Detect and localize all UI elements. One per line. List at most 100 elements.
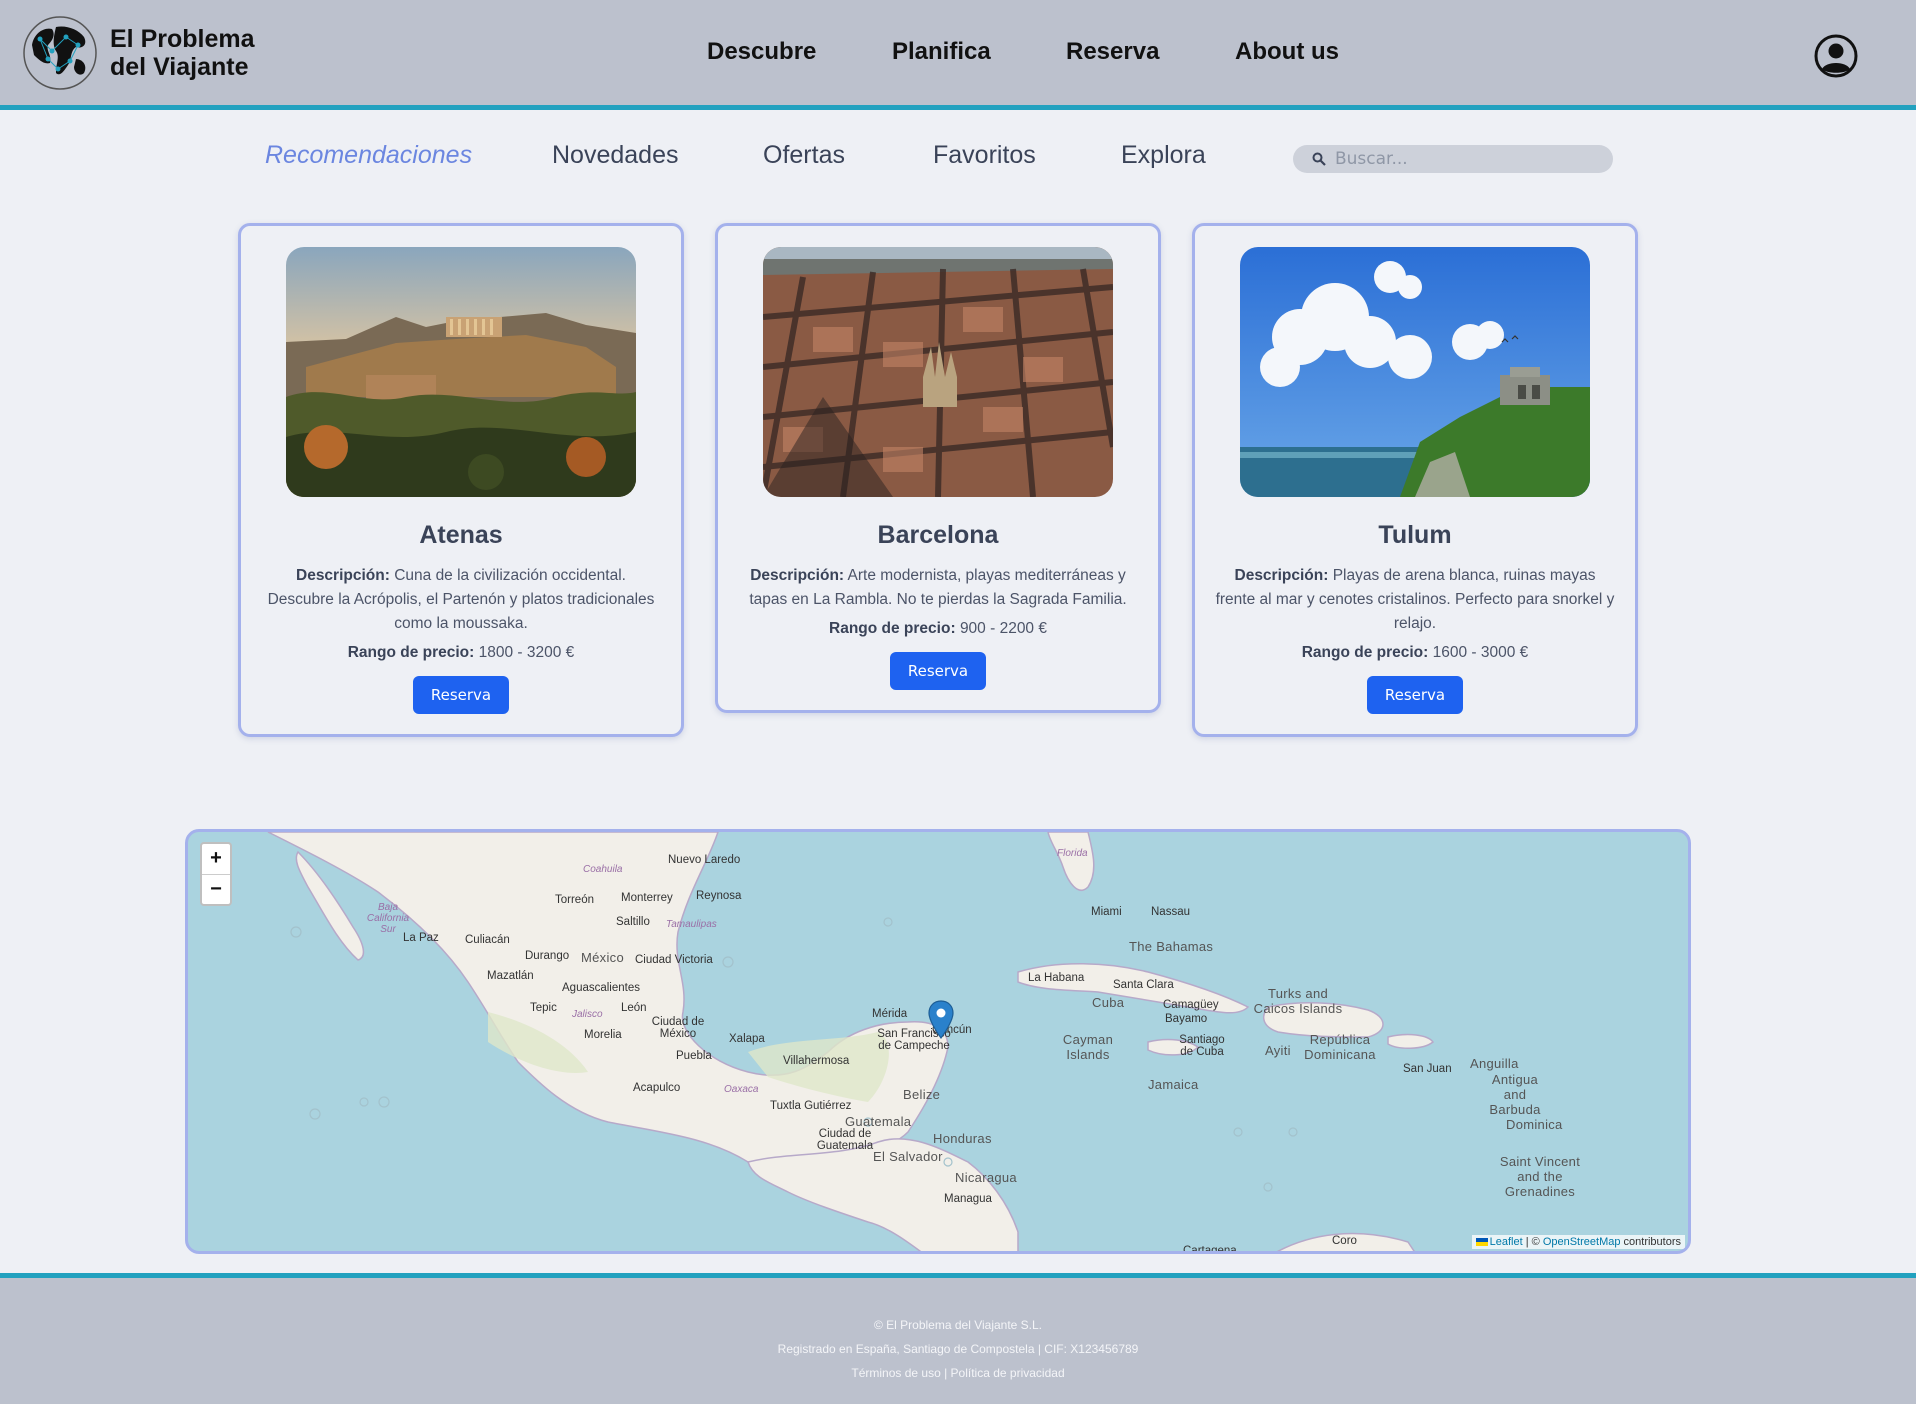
price-value: 1600 - 3000 €: [1432, 644, 1529, 661]
place-label: Culiacán: [465, 934, 510, 946]
place-label: Belize: [903, 1087, 941, 1102]
card-title: Barcelona: [877, 521, 999, 549]
place-label: Acapulco: [633, 1082, 681, 1094]
tab-explora[interactable]: Explora: [1121, 141, 1206, 170]
brand-name[interactable]: El Problema del Viajante: [110, 25, 280, 81]
privacy-link[interactable]: Política de privacidad: [951, 1366, 1065, 1380]
place-label: Cuba: [1092, 995, 1125, 1010]
tab-ofertas[interactable]: Ofertas: [763, 141, 845, 170]
place-label: Cartagena: [1183, 1245, 1237, 1254]
place-label: Morelia: [584, 1029, 622, 1041]
price-label: Rango de precio:: [1301, 644, 1429, 661]
place-label: Monterrey: [621, 892, 673, 904]
map-marker-icon[interactable]: [928, 1000, 954, 1040]
place-label: Bayamo: [1165, 1013, 1208, 1025]
place-label: Miami: [1091, 906, 1122, 918]
place-label: El Salvador: [873, 1149, 943, 1164]
place-label: Anguilla: [1470, 1056, 1519, 1071]
place-label: Torreón: [555, 894, 594, 906]
zoom-out-button[interactable]: −: [202, 874, 230, 904]
place-label: Villahermosa: [783, 1055, 850, 1067]
place-label: Mérida: [872, 1008, 908, 1020]
place-label: San Juan: [1403, 1063, 1452, 1075]
search-icon: [1312, 152, 1326, 166]
destination-card-atenas: Atenas Descripción: Cuna de la civilizac…: [238, 223, 684, 737]
place-label: Santa Clara: [1113, 979, 1174, 991]
brand-line-1: El Problema: [110, 25, 255, 53]
place-label: Ciudad de Guatemala: [816, 1128, 874, 1152]
place-label: Ciudad Victoria: [635, 954, 713, 966]
place-label: Guatemala: [845, 1114, 912, 1129]
place-label: The Bahamas: [1129, 939, 1214, 954]
place-label: La Paz: [403, 932, 439, 944]
tab-recomendaciones[interactable]: Recomendaciones: [265, 141, 472, 170]
place-label: Cayman Islands: [1062, 1032, 1114, 1062]
attribution-separator: | ©: [1522, 1236, 1543, 1248]
ukraine-flag-icon: [1475, 1238, 1488, 1247]
nav-planifica[interactable]: Planifica: [892, 38, 991, 66]
price-value: 1800 - 3200 €: [478, 644, 575, 661]
place-label: Camagüey: [1163, 999, 1219, 1011]
user-circle-icon[interactable]: [1814, 34, 1858, 78]
reserve-button[interactable]: Reserva: [413, 676, 509, 714]
desc-label: Descripción:: [296, 567, 390, 584]
place-label: Nuevo Laredo: [668, 854, 741, 866]
reserve-button[interactable]: Reserva: [1367, 676, 1463, 714]
site-header: El Problema del Viajante Descubre Planif…: [0, 0, 1916, 110]
card-description: Descripción: Cuna de la civilización occ…: [261, 564, 661, 636]
reserve-button[interactable]: Reserva: [890, 652, 986, 690]
footer-links: Términos de uso | Política de privacidad: [0, 1361, 1916, 1385]
attribution-suffix: contributors: [1620, 1236, 1681, 1248]
search-input[interactable]: [1335, 147, 1595, 171]
openstreetmap-link[interactable]: OpenStreetMap: [1543, 1236, 1621, 1248]
zoom-in-button[interactable]: +: [202, 844, 230, 874]
place-label: Jalisco: [572, 1009, 603, 1020]
place-label: Tepic: [530, 1002, 557, 1014]
atenas-photo: [286, 247, 636, 497]
nav-reserva[interactable]: Reserva: [1066, 38, 1159, 66]
place-label: Dominica: [1506, 1117, 1563, 1132]
destination-card-barcelona: Barcelona Descripción: Arte modernista, …: [715, 223, 1161, 713]
place-label: Coahuila: [583, 864, 623, 875]
tab-favoritos[interactable]: Favoritos: [933, 141, 1036, 170]
place-label: Saltillo: [616, 916, 650, 928]
search-bar[interactable]: [1293, 145, 1613, 173]
card-title: Atenas: [419, 521, 503, 549]
price-value: 900 - 2200 €: [959, 620, 1047, 637]
place-label: Xalapa: [729, 1033, 765, 1045]
destination-card-tulum: Tulum Descripción: Playas de arena blanc…: [1192, 223, 1638, 737]
place-label: Antigua and Barbuda: [1489, 1072, 1541, 1117]
place-label: La Habana: [1028, 972, 1085, 984]
place-label: León: [621, 1002, 647, 1014]
nav-about-us[interactable]: About us: [1235, 38, 1339, 66]
site-footer: © El Problema del Viajante S.L. Registra…: [0, 1273, 1916, 1404]
place-label: Tamaulipas: [666, 919, 717, 930]
footer-registration: Registrado en España, Santiago de Compos…: [777, 1342, 1139, 1356]
place-label: Mazatlán: [487, 970, 534, 982]
desc-label: Descripción:: [750, 567, 845, 584]
place-label: República Dominicana: [1304, 1032, 1376, 1062]
price-label: Rango de precio:: [347, 644, 475, 661]
terms-link[interactable]: Términos de uso: [851, 1366, 940, 1380]
zoom-control: + −: [200, 842, 232, 906]
place-label: Aguascalientes: [562, 982, 640, 994]
place-label: Puebla: [676, 1050, 712, 1062]
place-label: Nassau: [1151, 906, 1190, 918]
price-label: Rango de precio:: [829, 620, 956, 637]
leaflet-link[interactable]: Leaflet: [1490, 1236, 1523, 1248]
tab-novedades[interactable]: Novedades: [552, 141, 678, 170]
place-label: Coro: [1332, 1235, 1357, 1247]
destinations-map[interactable]: + − Nuevo Laredo Coahuila Monterrey Reyn…: [185, 829, 1691, 1254]
place-label: Nicaragua: [955, 1170, 1017, 1185]
place-label: México: [581, 950, 624, 965]
place-label: Baja California Sur: [366, 902, 410, 935]
footer-separator: |: [940, 1366, 951, 1380]
tulum-photo: [1240, 247, 1590, 497]
card-description: Descripción: Arte modernista, playas med…: [738, 564, 1138, 612]
world-map-logo[interactable]: [22, 15, 98, 91]
nav-descubre[interactable]: Descubre: [707, 38, 816, 66]
place-label: Santiago de Cuba: [1179, 1034, 1225, 1058]
place-label: Turks and Caicos Islands: [1253, 986, 1343, 1016]
place-label: Managua: [944, 1193, 992, 1205]
brand-line-2: del Viajante: [110, 53, 249, 81]
